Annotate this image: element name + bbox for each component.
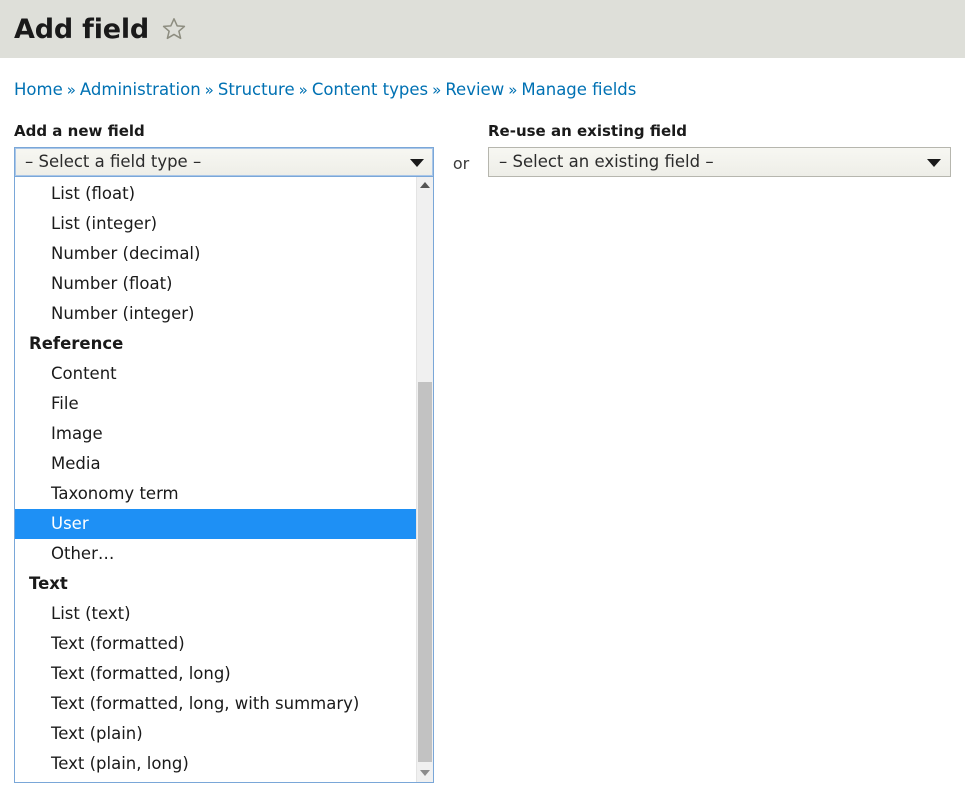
- field-type-scrollbar[interactable]: [416, 176, 433, 782]
- existing-field-label: Re-use an existing field: [488, 121, 688, 140]
- field-type-option[interactable]: Number (integer): [15, 299, 416, 329]
- breadcrumb-separator: »: [298, 81, 308, 99]
- breadcrumb-separator: »: [508, 81, 518, 99]
- field-type-option[interactable]: File: [15, 389, 416, 419]
- breadcrumb-item-manage-fields[interactable]: Manage fields: [521, 80, 636, 99]
- scroll-down-arrow-icon[interactable]: [417, 765, 433, 782]
- scrollbar-thumb[interactable]: [418, 381, 432, 762]
- field-type-option[interactable]: Image: [15, 419, 416, 449]
- breadcrumb-separator: »: [432, 81, 442, 99]
- option-group-label: Reference: [29, 333, 124, 353]
- field-type-option[interactable]: Number (float): [15, 269, 416, 299]
- breadcrumb-item-home[interactable]: Home: [14, 80, 63, 99]
- page-header: Add field: [0, 0, 965, 58]
- field-type-option[interactable]: Text (formatted, long): [15, 659, 416, 689]
- field-type-option[interactable]: List (float): [15, 179, 416, 209]
- breadcrumb-item-content-types[interactable]: Content types: [312, 80, 428, 99]
- field-type-options: List (float) List (integer) Number (decima…: [15, 177, 416, 779]
- star-outline-icon[interactable]: [161, 16, 187, 42]
- field-type-select[interactable]: – Select a field type –: [14, 146, 434, 177]
- breadcrumb: Home» Administration» Structure» Content ty…: [0, 58, 965, 100]
- field-type-option[interactable]: User: [15, 508, 416, 539]
- add-field-form: Add a new field – Select a field type – …: [0, 122, 965, 783]
- field-type-option[interactable]: Text (plain, long): [15, 749, 416, 779]
- breadcrumb-item-administration[interactable]: Administration: [80, 80, 201, 99]
- existing-field-select[interactable]: – Select an existing field –: [488, 146, 951, 177]
- existing-field-column: Re-use an existing field – Select an exi…: [488, 122, 951, 177]
- breadcrumb-item-structure[interactable]: Structure: [218, 80, 295, 99]
- field-type-option[interactable]: Text (formatted, long, with summary): [15, 689, 416, 719]
- field-type-option[interactable]: Other…: [15, 539, 416, 569]
- option-group-label: Text: [29, 573, 68, 593]
- field-type-option[interactable]: Text (plain): [15, 719, 416, 749]
- field-type-option[interactable]: Number (decimal): [15, 239, 416, 269]
- new-field-label: Add a new field: [14, 121, 145, 140]
- field-type-option[interactable]: Taxonomy term: [15, 479, 416, 509]
- scroll-up-arrow-icon[interactable]: [417, 177, 433, 194]
- or-label: or: [452, 153, 470, 173]
- chevron-down-icon: [927, 158, 941, 167]
- form-columns: Add a new field – Select a field type – …: [14, 122, 951, 783]
- breadcrumb-item-review[interactable]: Review: [445, 80, 504, 99]
- field-type-select-value: – Select a field type –: [25, 152, 202, 172]
- field-type-option[interactable]: List (integer): [15, 209, 416, 239]
- breadcrumb-separator: »: [204, 81, 214, 99]
- chevron-down-icon: [410, 158, 424, 167]
- field-type-option[interactable]: Text (formatted): [15, 629, 416, 659]
- new-field-column: Add a new field – Select a field type – …: [14, 122, 434, 783]
- field-type-option[interactable]: Media: [15, 449, 416, 479]
- page-title: Add field: [14, 13, 150, 45]
- existing-field-select-value: – Select an existing field –: [499, 152, 714, 172]
- field-type-option[interactable]: List (text): [15, 599, 416, 629]
- or-separator: or: [434, 122, 488, 173]
- field-type-option-list[interactable]: List (float) List (integer) Number (decima…: [14, 176, 434, 783]
- field-type-option[interactable]: Content: [15, 359, 416, 389]
- breadcrumb-separator: »: [66, 81, 76, 99]
